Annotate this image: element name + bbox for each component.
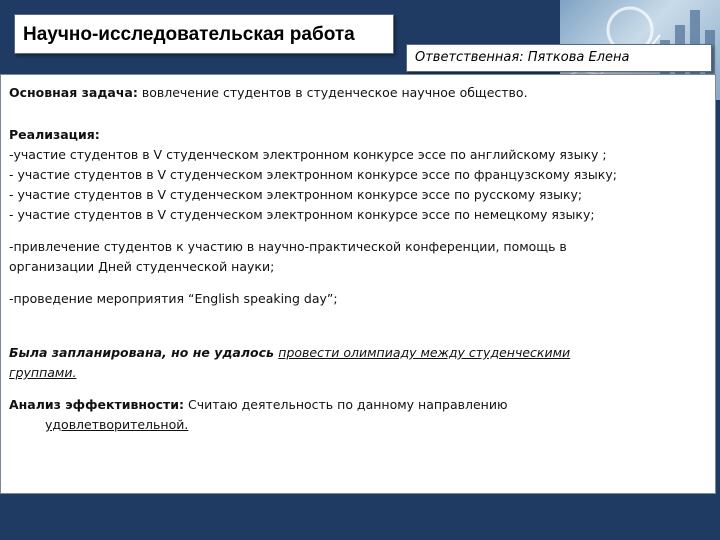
responsible-person: Ответственная: Пяткова Елена (415, 50, 630, 65)
essay-item-german: - участие студентов в V студенческом эле… (9, 207, 595, 222)
analysis-result-line: удовлетворительной. (9, 415, 707, 435)
responsible-box: Ответственная: Пяткова Елена (406, 44, 712, 72)
planned-line-2: группами. (9, 363, 707, 383)
essay-item-english: -участие студентов в V студенческом элек… (9, 147, 607, 162)
essay-item-french: - участие студентов в V студенческом эле… (9, 167, 617, 182)
main-task: Основная задача: вовлечение студентов в … (9, 83, 707, 103)
essay-item-russian: - участие студентов в V студенческом эле… (9, 187, 583, 202)
main-task-text: вовлечение студентов в студенческое науч… (137, 85, 528, 100)
implementation-label: Реализация: (9, 127, 100, 142)
planned-prefix: Была запланирована, но не удалось (9, 345, 279, 360)
analysis-result: удовлетворительной. (45, 417, 189, 432)
conference-line-1: -привлечение студентов к участию в научн… (9, 239, 567, 254)
page-title: Научно-исследовательская работа (23, 24, 355, 45)
planned-underlined-2: группами. (9, 365, 77, 380)
content-panel: Основная задача: вовлечение студентов в … (0, 74, 716, 494)
planned-line-1: Была запланирована, но не удалось провес… (9, 343, 707, 363)
analysis-line: Анализ эффективности: Считаю деятельност… (9, 395, 707, 415)
conference-line-2: организации Дней студенческой науки; (9, 259, 275, 274)
event-item: -проведение мероприятия “English speakin… (9, 291, 338, 306)
planned-underlined-1: провести олимпиаду между студенческими (278, 345, 571, 360)
main-task-label: Основная задача: (9, 85, 138, 100)
title-box: Научно-исследовательская работа (14, 14, 394, 54)
analysis-text: Считаю деятельность по данному направлен… (184, 397, 508, 412)
analysis-label: Анализ эффективности: (9, 397, 184, 412)
